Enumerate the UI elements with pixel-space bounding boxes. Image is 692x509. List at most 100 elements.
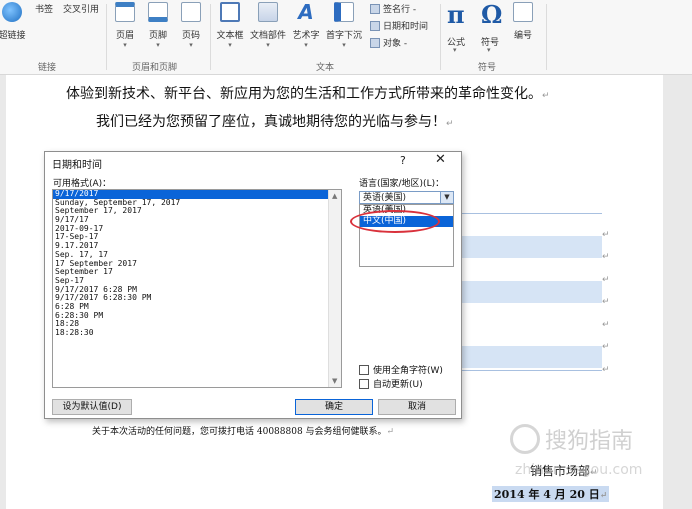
chevron-down-icon: ▾ [487, 46, 491, 54]
chevron-down-icon: ▾ [156, 41, 160, 49]
group-label-header-footer: 页眉和页脚 [132, 63, 178, 73]
table-border [462, 370, 602, 371]
wordart-icon: A [298, 0, 314, 24]
scroll-up-icon[interactable]: ▲ [332, 192, 337, 200]
omega-symbol-icon[interactable]: Ω [481, 0, 502, 29]
language-label: 语言(国家/地区)(L)： [359, 179, 445, 189]
doc-contact-line: 关于本次活动的任何问题，您可拨打电话 40088808 与会务组何健联系。↵ [92, 424, 394, 437]
table-row [462, 236, 602, 258]
paragraph-mark: ↵ [602, 342, 610, 352]
globe-icon [2, 2, 22, 22]
format-item[interactable]: September 17 [53, 267, 341, 277]
format-item[interactable]: September 17, 2017 [53, 207, 341, 216]
format-item[interactable]: 6:28:30 PM [53, 311, 341, 321]
hyperlink-label: 超链接 [0, 31, 26, 41]
formats-listbox[interactable]: 9/17/2017 Sunday, September 17, 2017 Septe… [52, 189, 342, 388]
doc-line-1-text: 体验到新技术、新平台、新应用为您的生活和工作方式所带来的革命性变化。 [66, 86, 542, 102]
close-icon[interactable]: ✕ [435, 152, 446, 167]
group-label-symbols: 符号 [478, 63, 497, 73]
number-button[interactable]: 编号 [511, 2, 535, 56]
chevron-down-icon: ▾ [304, 41, 308, 49]
header-icon [115, 2, 135, 22]
paragraph-mark: ↵ [446, 119, 454, 129]
autoupdate-checkbox[interactable]: 自动更新(U) [359, 377, 423, 390]
checkbox-box[interactable] [359, 378, 369, 389]
language-combobox[interactable]: 英语(美国) ▼ [359, 191, 454, 204]
ok-button[interactable]: 确定 [295, 399, 373, 415]
signature-line-button[interactable]: 签名行 - [370, 2, 416, 15]
signature-line-label: 签名行 - [383, 5, 417, 15]
chevron-down-icon: ▾ [189, 41, 193, 49]
language-option-en-us[interactable]: 英语(美国) [360, 205, 453, 216]
fullwidth-checkbox[interactable]: 使用全角字符(W) [359, 363, 443, 376]
dropcap-label: 首字下沉 [325, 31, 362, 41]
header-button[interactable]: 页眉 ▾ [113, 2, 137, 56]
dropcap-button[interactable]: 首字下沉 ▾ [324, 2, 364, 56]
datetime-button[interactable]: 日期和时间 [370, 19, 428, 32]
sogou-logo-icon [510, 424, 540, 454]
number-label: 编号 [513, 31, 532, 41]
header-label: 页眉 [115, 31, 134, 41]
chevron-down-icon[interactable]: ▼ [440, 192, 453, 203]
dropcap-icon [334, 2, 354, 22]
formats-label: 可用格式(A)： [53, 179, 112, 189]
language-dropdown-list[interactable]: 英语(美国) 中文(中国) [359, 204, 454, 267]
format-item[interactable]: 18:28:30 [53, 328, 341, 338]
textbox-button[interactable]: 文本框 ▾ [214, 2, 246, 56]
object-label: 对象 - [383, 39, 408, 49]
datetime-label: 日期和时间 [383, 22, 429, 32]
bookmark-button[interactable]: 书签 [33, 2, 59, 97]
table-border [462, 213, 602, 214]
hyperlink-button[interactable]: 超链接 [0, 2, 26, 56]
group-separator [546, 4, 547, 70]
group-separator [210, 4, 211, 70]
paragraph-mark: ↵ [602, 320, 610, 330]
language-option-zh-cn[interactable]: 中文(中国) [360, 216, 453, 227]
footer-icon [148, 2, 168, 22]
table-row [462, 281, 602, 303]
doc-contact-text: 关于本次活动的任何问题，您可拨打电话 40088808 与会务组何健联系。 [92, 427, 387, 437]
watermark-brand: 搜狗指南 [545, 429, 634, 454]
format-item[interactable]: 18:28 [53, 320, 341, 329]
calendar-icon [370, 20, 380, 31]
number-icon [513, 2, 533, 22]
datetime-dialog: 日期和时间 ? ✕ 可用格式(A)： 9/17/2017 Sunday, Sept… [44, 151, 462, 419]
checkbox-box[interactable] [359, 364, 369, 375]
footer-button[interactable]: 页脚 ▾ [146, 2, 170, 56]
ribbon: 超链接 书签 交叉引用 链接 页眉 ▾ 页脚 ▾ 页码 ▾ 页眉和页脚 文本框 … [0, 0, 692, 97]
scroll-down-icon[interactable]: ▼ [332, 377, 337, 385]
wordart-label: 艺术字 [292, 31, 320, 41]
paragraph-mark: ↵ [602, 275, 610, 285]
quick-parts-label: 文档部件 [249, 31, 286, 41]
page-number-label: 页码 [181, 31, 200, 41]
group-separator [106, 4, 107, 70]
format-item[interactable]: 9/17/2017 6:28:30 PM [53, 294, 341, 303]
formats-scrollbar[interactable]: ▲ ▼ [328, 190, 341, 387]
page-number-icon [181, 2, 201, 22]
object-button[interactable]: 对象 - [370, 36, 407, 49]
quick-parts-button[interactable]: 文档部件 ▾ [248, 2, 288, 56]
wordart-button[interactable]: A 艺术字 ▾ [290, 2, 322, 56]
paragraph-mark: ↵ [602, 297, 610, 307]
doc-date-text: 2014 年 4 月 20 日 [494, 488, 600, 501]
paragraph-mark: ↵ [602, 230, 610, 240]
set-default-button[interactable]: 设为默认值(D) [52, 399, 132, 415]
fullwidth-label: 使用全角字符(W) [373, 366, 443, 376]
equation-icon[interactable]: π [447, 0, 465, 29]
group-separator [440, 4, 441, 70]
footer-label: 页脚 [148, 31, 167, 41]
bookmark-label: 书签 [34, 5, 53, 15]
textbox-label: 文本框 [216, 31, 244, 41]
chevron-down-icon: ▾ [123, 41, 127, 49]
cross-reference-button[interactable]: 交叉引用 [60, 2, 102, 97]
paragraph-mark: ↵ [386, 427, 395, 437]
cancel-button[interactable]: 取消 [378, 399, 456, 415]
page-number-button[interactable]: 页码 ▾ [179, 2, 203, 56]
group-label-links: 链接 [38, 63, 57, 73]
cross-reference-label: 交叉引用 [62, 5, 99, 15]
chevron-down-icon: ▾ [453, 46, 457, 54]
help-icon[interactable]: ? [400, 154, 406, 167]
language-selected: 英语(美国) [363, 193, 407, 203]
table-row [462, 346, 602, 368]
object-icon [370, 37, 380, 48]
